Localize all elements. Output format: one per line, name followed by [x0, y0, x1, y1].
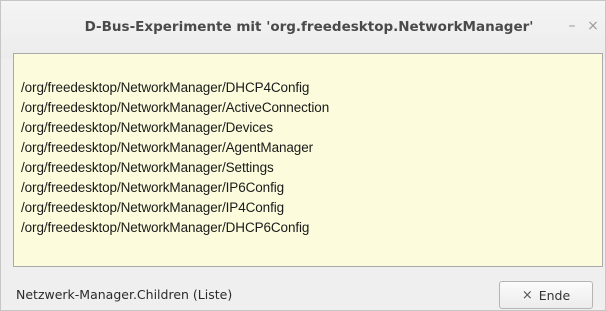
window-title: D-Bus-Experimente mit 'org.freedesktop.N… — [84, 19, 534, 35]
end-button[interactable]: × Ende — [499, 281, 593, 309]
list-item[interactable]: /org/freedesktop/NetworkManager/DHCP4Con… — [21, 78, 329, 98]
children-list: /org/freedesktop/NetworkManager/DHCP4Con… — [21, 78, 329, 238]
list-item[interactable]: /org/freedesktop/NetworkManager/DHCP6Con… — [21, 218, 329, 238]
title-bar[interactable]: D-Bus-Experimente mit 'org.freedesktop.N… — [1, 1, 605, 59]
list-item[interactable]: /org/freedesktop/NetworkManager/IP4Confi… — [21, 198, 329, 218]
app-window: D-Bus-Experimente mit 'org.freedesktop.N… — [0, 0, 606, 311]
list-item[interactable]: /org/freedesktop/NetworkManager/AgentMan… — [21, 138, 329, 158]
list-item[interactable]: /org/freedesktop/NetworkManager/Settings — [21, 158, 329, 178]
list-item[interactable]: /org/freedesktop/NetworkManager/Devices — [21, 118, 329, 138]
window-title-wrap: D-Bus-Experimente mit 'org.freedesktop.N… — [1, 19, 606, 35]
minimize-icon[interactable]: – — [564, 17, 580, 35]
list-item[interactable]: /org/freedesktop/NetworkManager/ActiveCo… — [21, 98, 329, 118]
window-close-icon[interactable]: × — [585, 17, 601, 35]
status-label: Netzwerk-Manager.Children (Liste) — [16, 287, 233, 302]
list-item[interactable]: /org/freedesktop/NetworkManager/IP6Confi… — [21, 178, 329, 198]
end-button-label: Ende — [538, 287, 571, 303]
close-icon: × — [521, 287, 533, 303]
children-listbox[interactable]: /org/freedesktop/NetworkManager/DHCP4Con… — [13, 53, 603, 267]
